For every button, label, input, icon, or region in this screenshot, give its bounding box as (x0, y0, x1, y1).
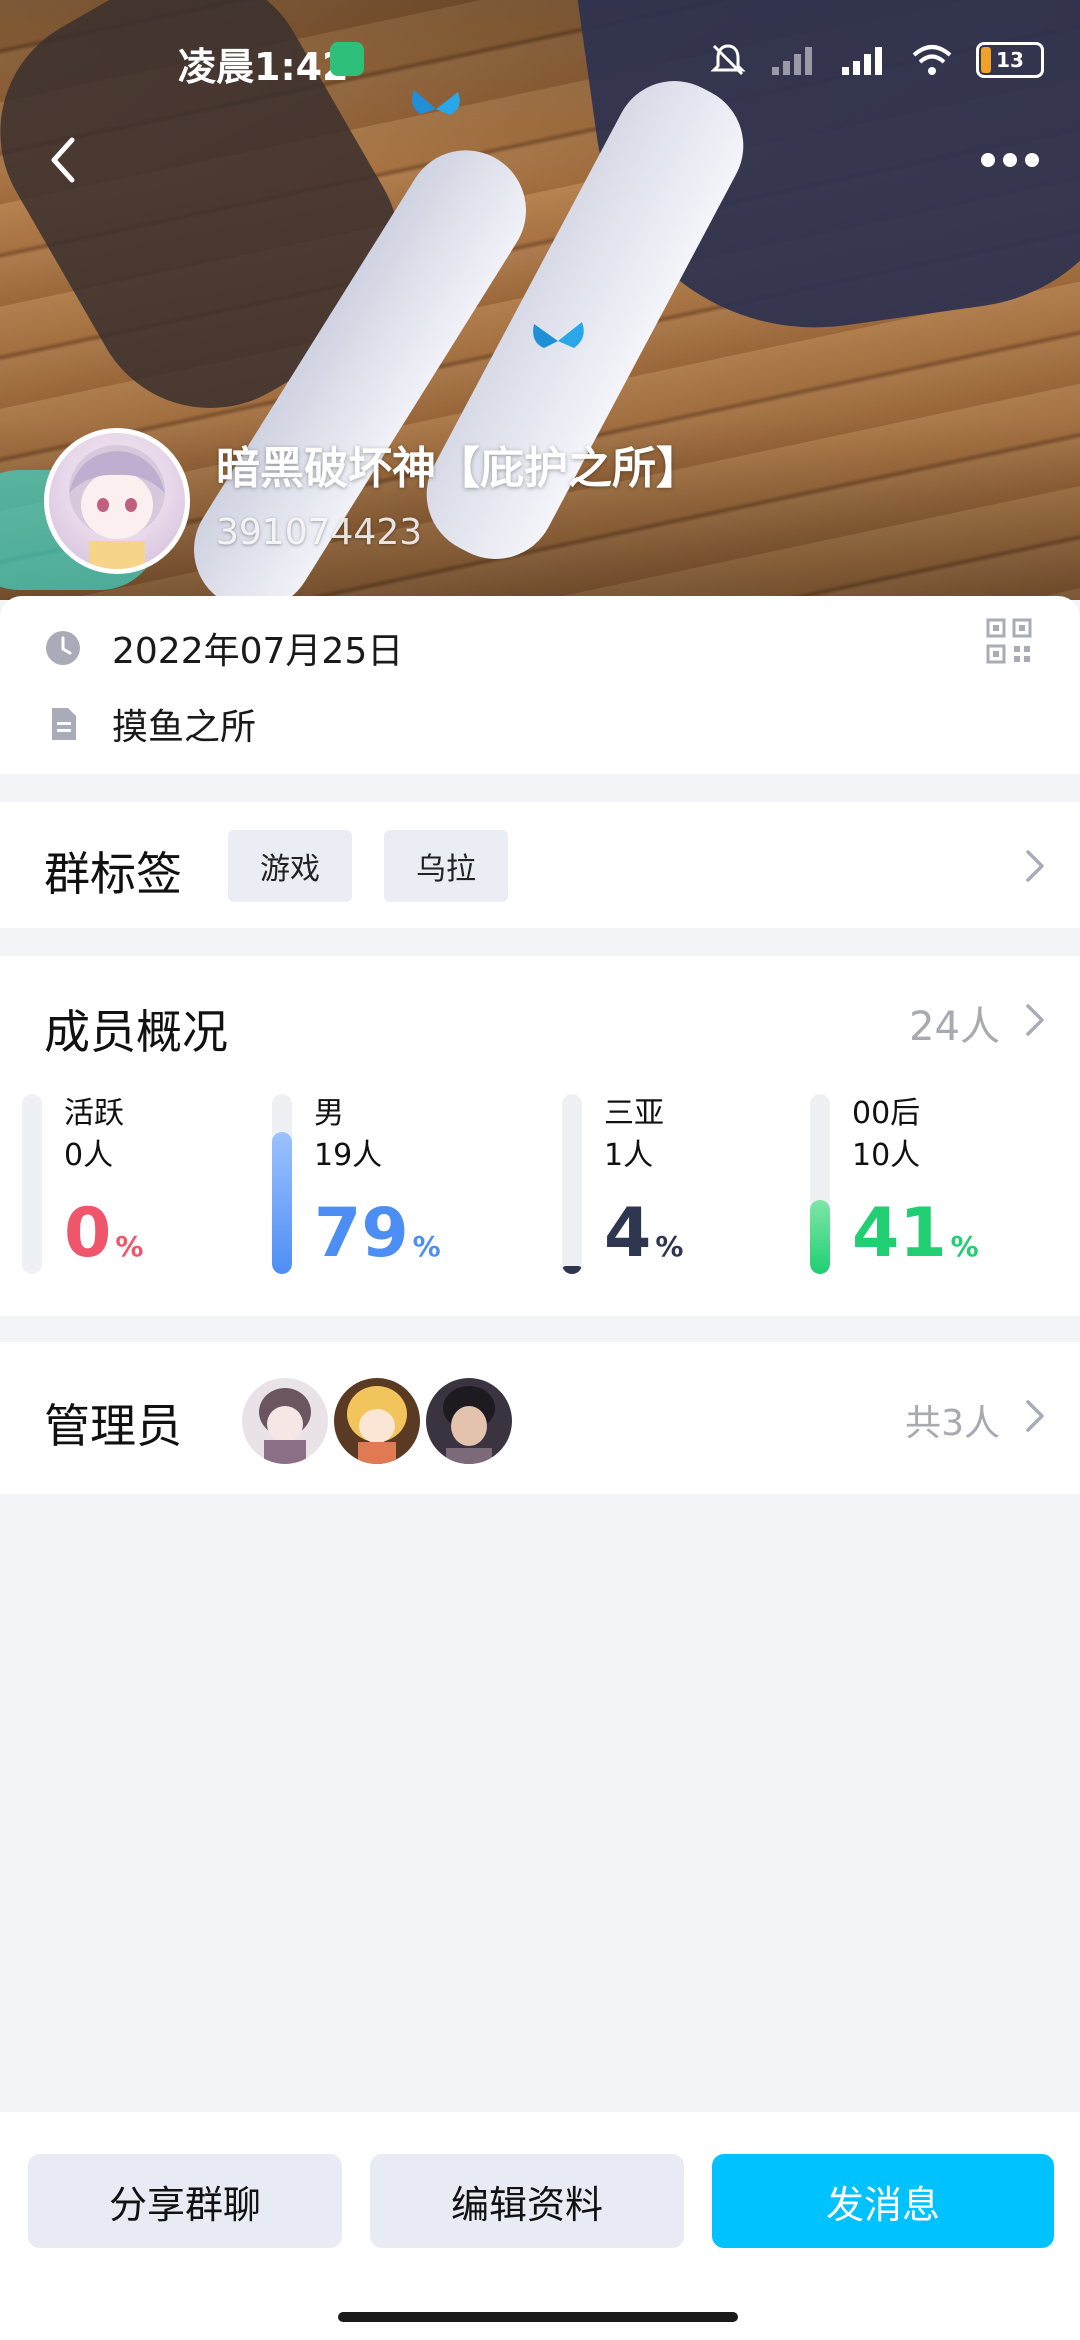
created-date: 2022年07月25日 (112, 631, 404, 672)
bell-muted-icon (710, 44, 746, 76)
stat-percent: 4% (604, 1194, 684, 1273)
created-date-row: 2022年07月25日 (44, 622, 403, 674)
more-dots-icon (981, 153, 995, 167)
battery-level: 13 (996, 48, 1024, 72)
stat-label: 活跃 (64, 1096, 124, 1131)
stat-percent: 79% (314, 1194, 441, 1273)
admin-avatar-image (334, 1378, 420, 1464)
wifi-icon (912, 45, 952, 75)
battery-icon: 13 (976, 42, 1044, 78)
stat-track (272, 1094, 292, 1274)
signal-weak-icon (772, 47, 812, 75)
group-tags-card[interactable]: 群标签 游戏 乌拉 (0, 802, 1080, 928)
group-info-card: 2022年07月25日 摸鱼之所 (0, 596, 1080, 774)
qr-code-icon (986, 618, 1032, 664)
members-title: 成员概况 (44, 1005, 228, 1059)
description-row: 摸鱼之所 (44, 698, 256, 750)
edit-profile-button[interactable]: 编辑资料 (370, 2154, 684, 2248)
status-icons: 13 (708, 40, 1044, 80)
more-options-button[interactable] (974, 140, 1046, 180)
anime-avatar-image (69, 445, 165, 569)
butterfly-icon (528, 316, 588, 366)
stat-active: 活跃 0人 0% (22, 1094, 252, 1274)
share-group-button[interactable]: 分享群聊 (28, 2154, 342, 2248)
status-bar: 凌晨1:42 13 (0, 30, 1080, 94)
stat-label: 00后 (852, 1096, 921, 1131)
group-name: 暗黑破坏神【庇护之所】 (216, 443, 700, 494)
stat-count: 19人 (314, 1138, 383, 1173)
admins-card[interactable]: 管理员 共3人 (0, 1342, 1080, 1494)
stat-count: 10人 (852, 1138, 921, 1173)
stat-label: 男 (314, 1096, 344, 1131)
avatar[interactable] (334, 1378, 420, 1464)
tag-chip: 乌拉 (384, 830, 508, 902)
stat-track (22, 1094, 42, 1274)
stat-label: 三亚 (604, 1096, 664, 1131)
avatar[interactable] (426, 1378, 512, 1464)
stat-count: 1人 (604, 1138, 654, 1173)
group-cover-image: 凌晨1:42 13 暗黑破坏神【庇护之所】 391074423 (0, 0, 1080, 600)
top-nav-bar (0, 120, 1080, 200)
stat-bar (810, 1200, 830, 1274)
stat-age: 00后 10人 41% (810, 1094, 1040, 1274)
admins-title: 管理员 (44, 1399, 182, 1453)
stat-track (562, 1094, 582, 1274)
stat-bar (272, 1132, 292, 1274)
stat-male: 男 19人 79% (272, 1094, 502, 1274)
status-time: 凌晨1:42 (178, 45, 349, 89)
home-indicator[interactable] (338, 2312, 738, 2322)
stat-region: 三亚 1人 4% (562, 1094, 792, 1274)
clock-icon (46, 631, 80, 665)
tags-title: 群标签 (44, 847, 182, 901)
chevron-right-icon (1026, 1400, 1044, 1432)
document-icon (52, 708, 76, 740)
members-overview-card[interactable]: 成员概况 24人 活跃 0人 0% 男 19人 79% 三亚 1人 4% 00后… (0, 956, 1080, 1316)
signal-icon (842, 47, 882, 75)
avatar[interactable] (242, 1378, 328, 1464)
admin-total: 共3人 (905, 1403, 1000, 1444)
tag-chip: 游戏 (228, 830, 352, 902)
qr-code-button[interactable] (986, 618, 1032, 664)
send-message-button[interactable]: 发消息 (712, 2154, 1054, 2248)
stat-count: 0人 (64, 1138, 114, 1173)
stat-percent: 41% (852, 1194, 979, 1273)
chevron-right-icon (1026, 1004, 1044, 1036)
bottom-action-bar: 分享群聊 编辑资料 发消息 (0, 2112, 1080, 2340)
admin-avatar-image (426, 1378, 512, 1464)
stat-bar (562, 1266, 582, 1274)
group-description: 摸鱼之所 (112, 707, 257, 748)
back-arrow-icon (51, 137, 75, 183)
shield-icon (330, 42, 364, 76)
stat-percent: 0% (64, 1194, 144, 1273)
chevron-right-icon (1026, 850, 1044, 882)
admin-avatar-image (242, 1378, 328, 1464)
back-button[interactable] (36, 130, 96, 190)
group-avatar[interactable] (44, 428, 190, 574)
stat-track (810, 1094, 830, 1274)
group-id: 391074423 (216, 512, 423, 553)
member-count: 24人 (909, 1004, 1000, 1050)
